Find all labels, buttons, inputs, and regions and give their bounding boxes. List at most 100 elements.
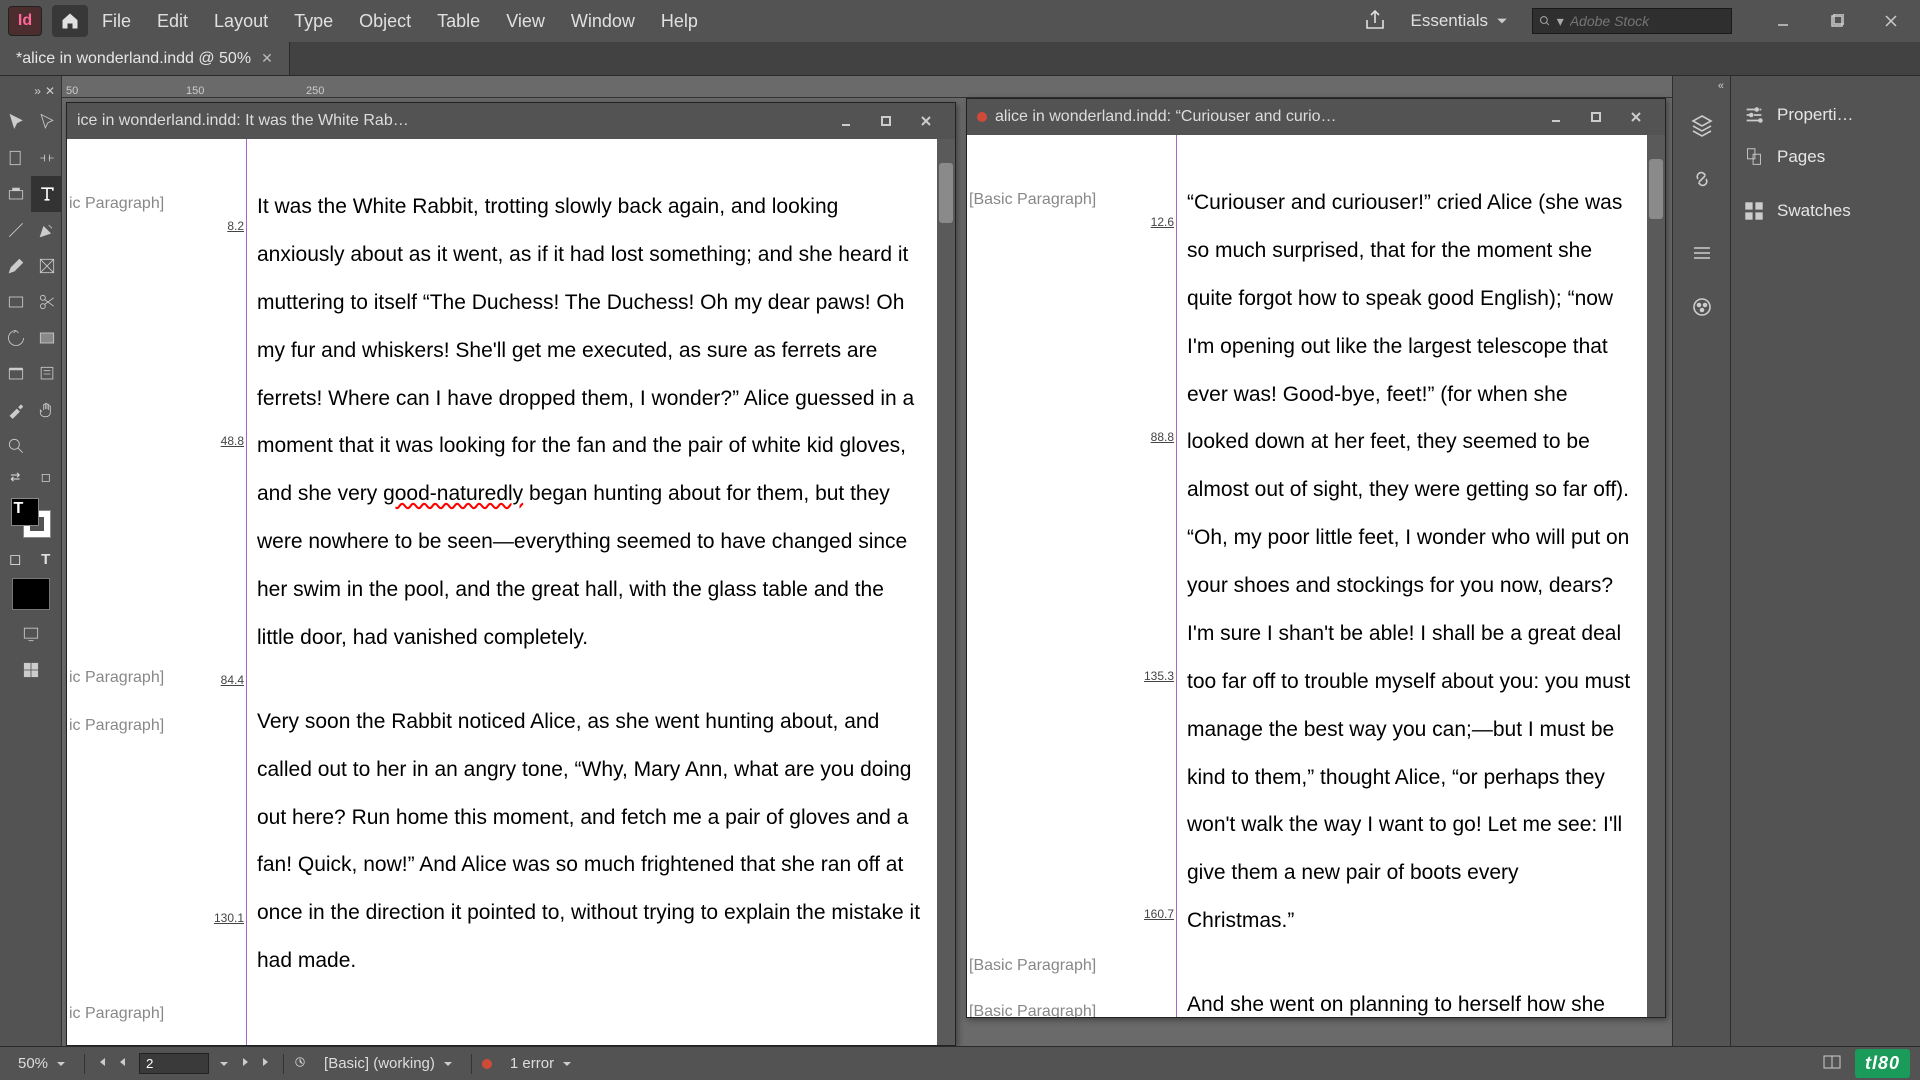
story-paragraph[interactable]: “Curiouser and curiouser!” cried Alice (… <box>1187 179 1631 945</box>
type-icon <box>37 184 57 204</box>
document-tab[interactable]: *alice in wonderland.indd @ 50% ✕ <box>0 42 290 75</box>
scrollbar-thumb[interactable] <box>939 163 953 223</box>
free-transform-tool[interactable] <box>0 320 31 356</box>
feather-icon <box>6 364 26 384</box>
subwin2-close[interactable] <box>1617 103 1655 131</box>
eyedropper-tool[interactable] <box>0 392 31 428</box>
fill-stroke-swap[interactable]: ⇄ <box>0 464 31 490</box>
default-fill-stroke[interactable]: ◻ <box>31 464 62 490</box>
tab-close-button[interactable]: ✕ <box>261 50 273 67</box>
apply-color[interactable] <box>12 578 50 610</box>
selection-tool[interactable] <box>0 104 31 140</box>
workspace-switcher[interactable]: Essentials <box>1401 7 1518 35</box>
zoom-level-dropdown[interactable]: 50% <box>10 1055 74 1072</box>
maximize-icon <box>1830 14 1844 28</box>
page-number-input[interactable] <box>139 1053 209 1074</box>
direct-selection-tool[interactable] <box>31 104 62 140</box>
panel-collapse-icon[interactable]: » <box>34 84 41 98</box>
story-editor-window-1[interactable]: ice in wonderland.indd: It was the White… <box>66 102 956 1046</box>
subwin2-minimize[interactable] <box>1537 103 1575 131</box>
zoom-tool[interactable] <box>0 428 31 464</box>
home-button[interactable] <box>52 5 88 37</box>
preflight-profile-dropdown[interactable]: [Basic] (working) <box>316 1055 461 1072</box>
ruler-mark: 250 <box>306 85 426 97</box>
panel-close-icon[interactable]: ✕ <box>45 84 55 98</box>
menu-type[interactable]: Type <box>294 11 333 32</box>
menu-window[interactable]: Window <box>571 11 635 32</box>
prev-page-button[interactable] <box>117 1055 129 1072</box>
last-page-button[interactable] <box>261 1055 273 1072</box>
fill-swatch[interactable]: T <box>11 498 39 526</box>
split-view-button[interactable] <box>1823 1055 1841 1073</box>
menu-table[interactable]: Table <box>437 11 480 32</box>
subwin2-maximize[interactable] <box>1577 103 1615 131</box>
window-maximize[interactable] <box>1816 5 1858 37</box>
rectangle-tool[interactable] <box>0 284 31 320</box>
menu-object[interactable]: Object <box>359 11 411 32</box>
split-view-icon <box>1823 1055 1841 1069</box>
gradient-feather-tool[interactable] <box>0 356 31 392</box>
subwin2-text-area[interactable]: “Curiouser and curiouser!” cried Alice (… <box>1177 135 1647 1017</box>
menu-layout[interactable]: Layout <box>214 11 268 32</box>
scrollbar-thumb[interactable] <box>1649 159 1663 219</box>
subwin2-titlebar[interactable]: alice in wonderland.indd: “Curiouser and… <box>967 99 1665 135</box>
subwin1-maximize[interactable] <box>867 107 905 135</box>
pages-panel-tab[interactable]: Pages <box>1731 136 1920 178</box>
gradient-swatch-tool[interactable] <box>31 320 62 356</box>
strip-collapse-icon[interactable]: « <box>1718 80 1724 92</box>
panel-options[interactable] <box>0 652 62 688</box>
note-tool[interactable] <box>31 356 62 392</box>
scissors-tool[interactable] <box>31 284 62 320</box>
pencil-tool[interactable] <box>0 248 31 284</box>
story-paragraph[interactable]: And she went on planning to herself how … <box>1187 981 1631 1017</box>
share-button[interactable] <box>1363 8 1387 35</box>
next-page-button[interactable] <box>239 1055 251 1072</box>
subwin1-titlebar[interactable]: ice in wonderland.indd: It was the White… <box>67 103 955 139</box>
story-paragraph[interactable]: Very soon the Rabbit noticed Alice, as s… <box>257 698 921 985</box>
depth-ruler-value: 12.6 <box>1151 215 1174 229</box>
hand-tool[interactable] <box>31 392 62 428</box>
minimize-icon <box>1776 14 1790 28</box>
menu-file[interactable]: File <box>102 11 131 32</box>
adobe-stock-search[interactable]: ▾ <box>1532 8 1732 34</box>
gap-tool[interactable] <box>31 140 62 176</box>
rectangle-frame-tool[interactable] <box>31 248 62 284</box>
stroke-panel-button[interactable] <box>1681 234 1723 272</box>
fill-stroke-proxy[interactable]: T <box>11 498 51 538</box>
chevron-down-icon[interactable] <box>219 1059 229 1069</box>
panel-label: Swatches <box>1777 201 1851 221</box>
view-mode-toggle[interactable] <box>0 616 62 652</box>
swatches-panel-tab[interactable]: Swatches <box>1731 190 1920 232</box>
spelling-error[interactable]: good-naturedly <box>383 482 523 505</box>
subwin1-minimize[interactable] <box>827 107 865 135</box>
preflight-errors-dropdown[interactable]: 1 error <box>502 1055 580 1072</box>
stock-search-input[interactable] <box>1570 13 1725 29</box>
subwin1-scrollbar[interactable] <box>937 139 955 1045</box>
arrow-outline-icon <box>37 112 57 132</box>
type-tool[interactable] <box>31 176 62 212</box>
story-paragraph[interactable]: It was the White Rabbit, trotting slowly… <box>257 183 921 662</box>
menu-edit[interactable]: Edit <box>157 11 188 32</box>
pen-tool[interactable] <box>31 212 62 248</box>
subwin1-text-area[interactable]: It was the White Rabbit, trotting slowly… <box>247 139 937 1045</box>
horizontal-ruler[interactable]: 50 150 250 <box>62 76 1672 98</box>
layers-panel-button[interactable] <box>1681 106 1723 144</box>
subwin1-close[interactable] <box>907 107 945 135</box>
menu-view[interactable]: View <box>506 11 545 32</box>
line-tool[interactable] <box>0 212 31 248</box>
open-navigator-button[interactable] <box>294 1055 306 1072</box>
formatting-container[interactable]: ◻ <box>0 546 31 572</box>
properties-panel-tab[interactable]: Properti… <box>1731 94 1920 136</box>
menu-help[interactable]: Help <box>661 11 698 32</box>
links-panel-button[interactable] <box>1681 160 1723 198</box>
window-minimize[interactable] <box>1762 5 1804 37</box>
subwin2-scrollbar[interactable] <box>1647 135 1665 1017</box>
window-close[interactable] <box>1870 5 1912 37</box>
formatting-text[interactable]: T <box>31 546 62 572</box>
story-editor-window-2[interactable]: alice in wonderland.indd: “Curiouser and… <box>966 98 1666 1018</box>
color-panel-button[interactable] <box>1681 288 1723 326</box>
panel-label: Pages <box>1777 147 1825 167</box>
content-collector-tool[interactable] <box>0 176 31 212</box>
first-page-button[interactable] <box>95 1055 107 1072</box>
page-tool[interactable] <box>0 140 31 176</box>
